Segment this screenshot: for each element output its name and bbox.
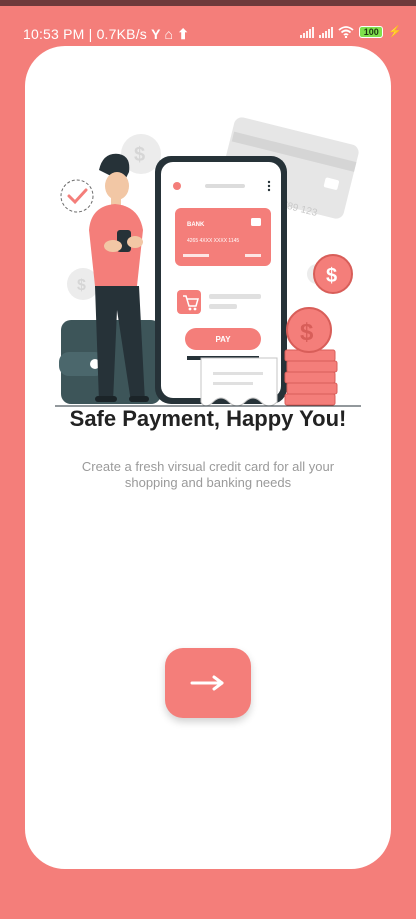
onboarding-card: 789 123 $ $ BANK 4265 4XXX XXXX 1145 PAY… bbox=[25, 46, 391, 869]
status-time: 10:53 PM | 0.7KB/s Y ⌂ ⬆ bbox=[23, 26, 190, 42]
svg-text:$: $ bbox=[134, 144, 145, 166]
charging-icon: ⚡ bbox=[388, 26, 402, 38]
next-button[interactable] bbox=[165, 648, 251, 718]
svg-text:$: $ bbox=[300, 319, 314, 346]
onboarding-title: Safe Payment, Happy You! bbox=[69, 406, 347, 431]
payment-illustration: 789 123 $ $ BANK 4265 4XXX XXXX 1145 PAY… bbox=[55, 117, 361, 407]
status-icons: 100 ⚡ bbox=[300, 25, 402, 38]
receipt-icon bbox=[200, 357, 278, 407]
coin-stack-icon: $ bbox=[284, 307, 338, 406]
svg-text:$: $ bbox=[326, 265, 337, 287]
battery-level: 100 bbox=[363, 26, 379, 37]
network-speed: 0.7KB/s bbox=[96, 26, 147, 42]
clock: 10:53 PM bbox=[23, 26, 85, 42]
battery-icon: 100 bbox=[359, 25, 384, 38]
svg-text:$: $ bbox=[77, 277, 86, 294]
status-bar: 10:53 PM | 0.7KB/s Y ⌂ ⬆ 100 ⚡ bbox=[0, 20, 416, 48]
app-icons: Y ⌂ ⬆ bbox=[151, 26, 190, 42]
signal-icon-2 bbox=[319, 26, 334, 38]
phone-pay-label: PAY bbox=[215, 335, 231, 344]
signal-icon bbox=[300, 26, 315, 38]
phone-card-bank-label: BANK bbox=[187, 222, 205, 228]
check-badge-icon bbox=[60, 179, 94, 213]
top-edge bbox=[0, 0, 416, 6]
wifi-icon bbox=[338, 25, 354, 38]
arrow-right-icon bbox=[190, 675, 224, 691]
floating-coin-icon: $ bbox=[313, 254, 353, 294]
phone-card-number: 4265 4XXX XXXX 1145 bbox=[187, 238, 239, 244]
onboarding-subtitle: Create a fresh virsual credit card for a… bbox=[81, 459, 335, 490]
